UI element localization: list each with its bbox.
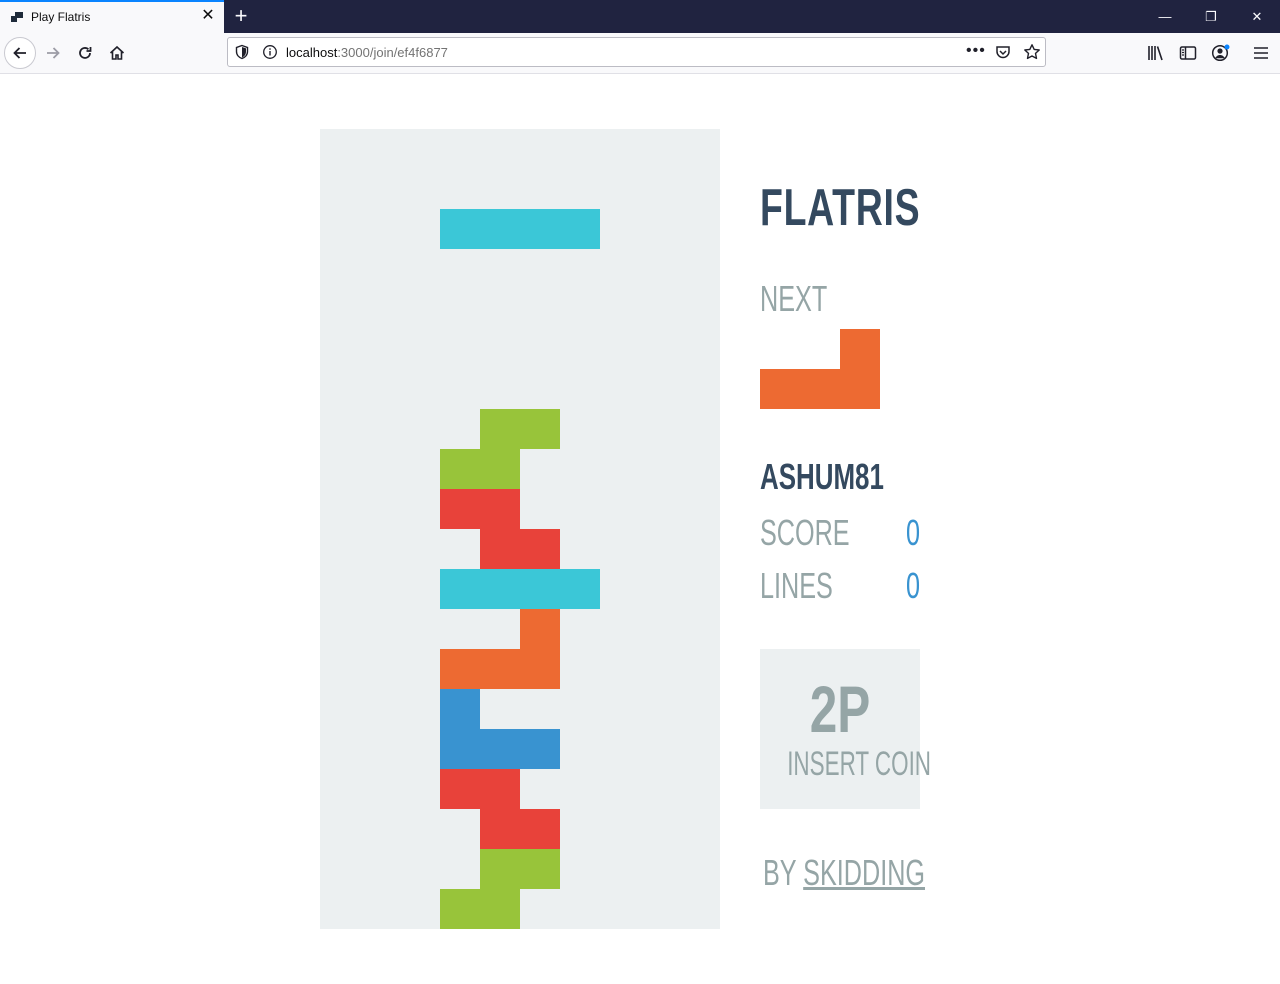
board-cell: [440, 689, 480, 729]
next-piece-preview: [760, 329, 880, 409]
board-cell: [480, 849, 520, 889]
active-piece-cell: [520, 209, 560, 249]
next-piece-cell: [840, 369, 880, 409]
author-link[interactable]: SKIDDING: [803, 852, 925, 893]
active-piece-cell: [480, 209, 520, 249]
board-cell: [520, 809, 560, 849]
lines-value: 0: [905, 565, 920, 606]
site-info-icon[interactable]: [262, 44, 278, 60]
forward-arrow-icon: [47, 47, 60, 59]
tab-bar: Play Flatris ✕ + — ❐ ✕: [0, 0, 1280, 33]
navigation-bar: localhost:3000/join/ef4f6877 •••: [0, 33, 1280, 74]
bookmark-star-icon[interactable]: [1023, 43, 1041, 61]
tab-close-icon[interactable]: ✕: [199, 7, 217, 25]
reload-icon: [79, 47, 92, 59]
board-cell: [480, 649, 520, 689]
close-window-button[interactable]: ✕: [1234, 0, 1280, 33]
insert-coin-button[interactable]: 2P INSERT COIN: [760, 649, 932, 809]
score-value: 0: [905, 512, 920, 553]
account-icon[interactable]: [1211, 44, 1231, 62]
forward-button[interactable]: [37, 37, 69, 69]
game-well[interactable]: [320, 129, 720, 929]
game-title: FLATRIS: [760, 179, 921, 237]
player-name: ASHUM81: [760, 456, 884, 497]
board-cell: [480, 409, 520, 449]
board-cell: [480, 809, 520, 849]
new-tab-button[interactable]: +: [231, 5, 251, 27]
home-button[interactable]: [101, 37, 133, 69]
board-cell: [440, 729, 480, 769]
board-cell: [520, 529, 560, 569]
board-cell: [440, 569, 480, 609]
board-cell: [480, 449, 520, 489]
flatris-favicon-icon: [11, 12, 23, 22]
active-piece-cell: [440, 209, 480, 249]
credit-line: BY SKIDDING: [763, 852, 925, 894]
back-button[interactable]: [4, 37, 36, 69]
board-cell: [440, 489, 480, 529]
tracking-shield-icon[interactable]: [234, 44, 250, 60]
reload-button[interactable]: [69, 37, 101, 69]
tab-title: Play Flatris: [31, 10, 91, 24]
next-piece-cell: [760, 369, 800, 409]
page-actions-icon[interactable]: •••: [966, 42, 986, 60]
player-two-label: 2P: [809, 672, 871, 746]
url-bar[interactable]: localhost:3000/join/ef4f6877 •••: [227, 37, 1046, 67]
back-arrow-icon: [13, 47, 26, 59]
board-cell: [520, 409, 560, 449]
browser-tab[interactable]: Play Flatris ✕: [0, 0, 224, 33]
board-cell: [480, 889, 520, 929]
url-host: localhost: [286, 45, 338, 60]
board-cell: [440, 769, 480, 809]
board-cell: [520, 609, 560, 649]
board-cell: [520, 569, 560, 609]
library-icon[interactable]: [1147, 44, 1165, 62]
sidebar-icon[interactable]: [1179, 44, 1197, 62]
score-label: SCORE: [760, 512, 850, 553]
next-label: NEXT: [760, 278, 828, 319]
menu-icon[interactable]: [1252, 44, 1270, 62]
board-cell: [520, 849, 560, 889]
board-cell: [560, 569, 600, 609]
board-cell: [480, 489, 520, 529]
pocket-icon[interactable]: [995, 44, 1011, 60]
board-cell: [480, 729, 520, 769]
board-cell: [520, 729, 560, 769]
active-piece-cell: [560, 209, 600, 249]
minimize-button[interactable]: —: [1142, 0, 1188, 33]
insert-coin-label: INSERT COIN: [787, 745, 932, 783]
restore-button[interactable]: ❐: [1188, 0, 1234, 33]
lines-label: LINES: [760, 565, 833, 606]
url-path: :3000/join/ef4f6877: [337, 45, 448, 60]
board-cell: [440, 889, 480, 929]
home-icon: [109, 45, 125, 60]
board-cell: [480, 769, 520, 809]
board-cell: [480, 569, 520, 609]
next-piece-cell: [840, 329, 880, 369]
board-cell: [480, 529, 520, 569]
board-cell: [520, 649, 560, 689]
next-piece-cell: [800, 369, 840, 409]
board-cell: [440, 449, 480, 489]
board-cell: [440, 649, 480, 689]
credit-prefix: BY: [763, 852, 797, 893]
url-text[interactable]: localhost:3000/join/ef4f6877: [286, 45, 448, 60]
